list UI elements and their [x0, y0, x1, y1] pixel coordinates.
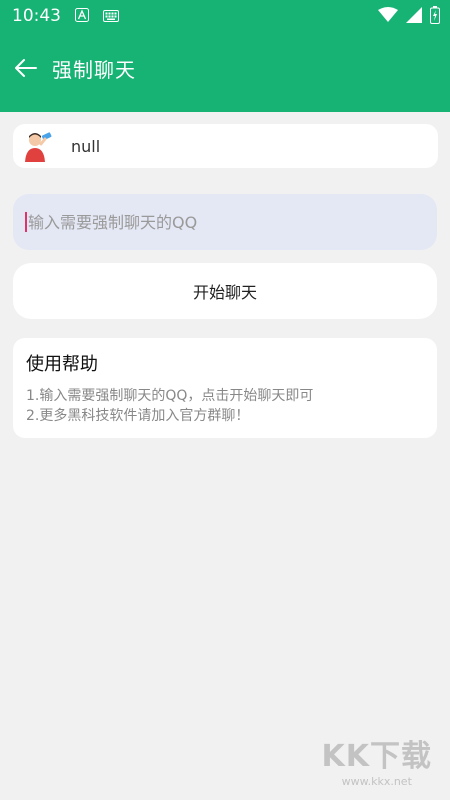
watermark-logo: KK下载: [321, 739, 432, 774]
status-bar: 10:43: [0, 0, 450, 32]
battery-icon: [430, 6, 440, 28]
watermark: KK下载 www.kkx.net: [322, 731, 433, 788]
signal-icon: [406, 7, 422, 27]
toolbar: 强制聊天: [0, 44, 450, 92]
help-lines: 1.输入需要强制聊天的QQ，点击开始聊天即可 2.更多黑科技软件请加入官方群聊！: [26, 386, 424, 426]
app-header: 10:43 强制聊天: [0, 0, 450, 112]
watermark-url: www.kkx.net: [341, 775, 412, 788]
help-line: 1.输入需要强制聊天的QQ，点击开始聊天即可: [26, 388, 314, 404]
page-title: 强制聊天: [52, 57, 136, 82]
back-button[interactable]: [12, 54, 40, 82]
profile-name: null: [71, 136, 101, 156]
qq-input-container[interactable]: [13, 194, 437, 250]
help-card: 使用帮助 1.输入需要强制聊天的QQ，点击开始聊天即可 2.更多黑科技软件请加入…: [13, 338, 437, 438]
status-time: 10:43: [12, 6, 61, 26]
avatar: [23, 130, 55, 162]
start-chat-button[interactable]: 开始聊天: [13, 263, 437, 319]
help-title: 使用帮助: [26, 354, 98, 375]
text-cursor: [25, 212, 27, 232]
help-line: 2.更多黑科技软件请加入官方群聊！: [26, 408, 250, 424]
a-notification-icon: [75, 7, 89, 26]
qq-input[interactable]: [28, 212, 418, 232]
wifi-icon: [378, 7, 398, 27]
keyboard-icon: [103, 7, 119, 26]
back-arrow-icon: [15, 59, 37, 77]
profile-card[interactable]: null: [13, 124, 438, 168]
